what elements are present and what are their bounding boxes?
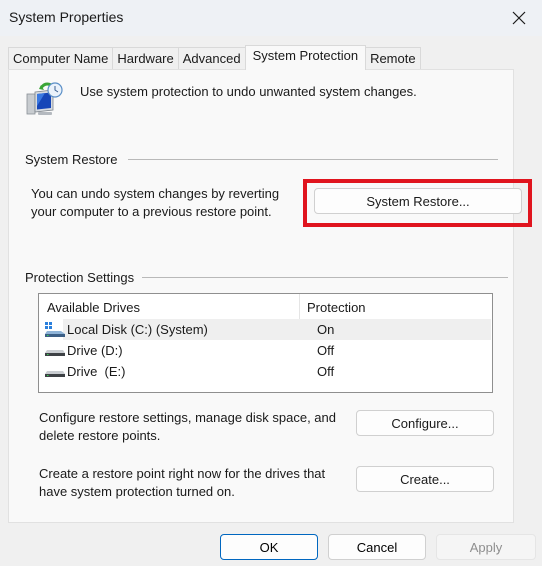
drive-icon [45, 371, 65, 377]
tab-hardware[interactable]: Hardware [112, 47, 179, 69]
tab-remote[interactable]: Remote [365, 47, 421, 69]
create-desc-line1: Create a restore point right now for the… [39, 466, 326, 481]
window-title: System Properties [9, 9, 124, 25]
configure-desc-line1: Configure restore settings, manage disk … [39, 410, 337, 425]
column-header-protection[interactable]: Protection [307, 300, 366, 315]
protection-settings-group-label: Protection Settings [25, 270, 143, 285]
system-restore-desc-line2: your computer to a previous restore poin… [31, 204, 272, 219]
cancel-button[interactable]: Cancel [328, 534, 426, 560]
column-divider[interactable] [299, 294, 300, 319]
system-restore-desc-line1: You can undo system changes by reverting [31, 186, 280, 201]
drive-row-c[interactable]: Local Disk (C:) (System) On [39, 319, 492, 340]
system-restore-group-label: System Restore [25, 152, 126, 167]
tab-system-protection[interactable]: System Protection [244, 45, 367, 70]
system-restore-divider [128, 159, 498, 160]
create-desc-line2: have system protection turned on. [39, 484, 235, 499]
intro-text: Use system protection to undo unwanted s… [80, 84, 417, 99]
drives-list[interactable]: Available Drives Protection Local Disk (… [38, 293, 493, 393]
configure-description: Configure restore settings, manage disk … [39, 409, 336, 445]
system-drive-icon [45, 322, 65, 337]
system-restore-button[interactable]: System Restore... [314, 188, 522, 214]
tab-advanced[interactable]: Advanced [177, 47, 246, 69]
drive-name: Local Disk (C:) (System) [67, 322, 208, 337]
drive-icon [45, 350, 65, 356]
system-properties-dialog: System Properties Computer Name Hardware… [0, 0, 542, 566]
drive-row-e[interactable]: Drive (E:) Off [39, 361, 492, 382]
create-description: Create a restore point right now for the… [39, 465, 325, 501]
drive-protection-status: Off [317, 343, 335, 358]
system-restore-icon [26, 82, 63, 115]
close-button[interactable] [496, 0, 542, 36]
drive-protection-status: On [317, 322, 335, 337]
tab-computer-name[interactable]: Computer Name [8, 47, 114, 69]
column-header-available-drives[interactable]: Available Drives [47, 300, 140, 315]
drive-name: Drive (D:) [67, 343, 123, 358]
drives-list-header: Available Drives Protection [39, 294, 492, 319]
system-restore-description: You can undo system changes by reverting… [31, 185, 279, 221]
ok-button[interactable]: OK [220, 534, 318, 560]
apply-button[interactable]: Apply [436, 534, 536, 560]
drive-protection-status: Off [317, 364, 335, 379]
create-button[interactable]: Create... [356, 466, 494, 492]
drive-row-d[interactable]: Drive (D:) Off [39, 340, 492, 361]
tab-strip: Computer Name Hardware Advanced System P… [8, 45, 421, 70]
protection-settings-divider [142, 277, 508, 278]
configure-desc-line2: delete restore points. [39, 428, 161, 443]
configure-button[interactable]: Configure... [356, 410, 494, 436]
title-bar: System Properties [0, 0, 542, 36]
drive-name: Drive (E:) [67, 364, 126, 379]
close-icon [512, 11, 526, 25]
